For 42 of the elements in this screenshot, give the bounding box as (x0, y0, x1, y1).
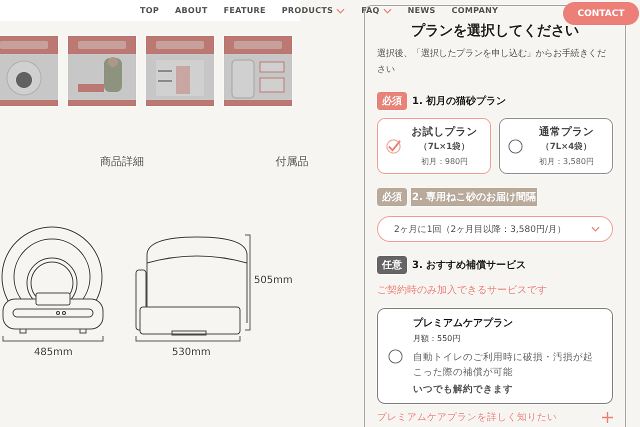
radio-button[interactable] (388, 348, 403, 364)
nav-link[interactable]: TOP (140, 6, 160, 15)
caret-icon (336, 8, 346, 14)
nav-link[interactable]: PRODUCTS (282, 6, 346, 15)
section-title: 3. おすすめ補償サービス (411, 258, 528, 273)
height-label: 505mm (254, 275, 293, 286)
section-title: 1. 初月の猫砂プラン (411, 94, 508, 109)
nav-link[interactable]: COMPANY (452, 6, 498, 15)
plan-option[interactable]: 通常プラン （7L×4袋） 初月：3,580円 (499, 118, 613, 174)
plan-price: 初月：3,580円 (539, 156, 594, 167)
plan-name: 通常プラン (539, 125, 594, 139)
width-label: 530mm (172, 347, 211, 358)
plan-price: 月額：550円 (413, 333, 462, 344)
plan-size: （7L×4袋） (540, 141, 592, 153)
nav-link[interactable]: FAQ (361, 6, 392, 15)
required-badge: 必須 (377, 92, 407, 110)
section-title: 2. 専用ねこ砂のお届け間隔 (411, 188, 538, 206)
plan-option[interactable]: お試しプラン （7L×1袋） 初月：980円 (377, 118, 491, 174)
checkmark-icon[interactable] (386, 138, 401, 154)
cancel-note: いつでも解約できます (413, 383, 514, 396)
caret-icon (382, 8, 392, 14)
panel-title: プランを選択してください (410, 22, 580, 40)
instruction-text: 選択後、「選択したプランを申し込む」からお手続きください (377, 47, 607, 77)
nav-link[interactable]: ABOUT (175, 6, 208, 15)
nav-link[interactable]: NEWS (408, 6, 436, 15)
service-note: ご契約時のみ加入できるサービスです (377, 284, 548, 297)
required-badge: 必須 (377, 188, 407, 206)
accessories-tab[interactable]: 付属品 (232, 154, 352, 169)
plan-description: 自動トイレのご利用時に破損・汚損が起こった際の補償が可能 (413, 351, 594, 380)
width-label: 485mm (34, 347, 73, 358)
caret-icon (591, 226, 600, 232)
required-badge: 任意 (377, 256, 407, 274)
radio-button[interactable] (508, 138, 523, 154)
plus-icon (602, 412, 613, 423)
product-details-tab[interactable]: 商品詳細 (62, 154, 182, 169)
plan-name: プレミアムケアプラン (413, 316, 514, 330)
plan-size: （7L×1袋） (418, 141, 470, 153)
plan-price: 初月：980円 (420, 156, 468, 167)
nav-link[interactable]: FEATURE (224, 6, 266, 15)
care-plan-option[interactable]: プレミアムケアプラン 月額：550円 自動トイレのご利用時に破損・汚損が起こった際の補償が可能 いつでも解約できます (377, 308, 613, 404)
interval-dropdown[interactable]: 2ヶ月に1回（2ヶ月目以降：3,580円/月） (377, 216, 613, 242)
plan-name: お試しプラン (412, 125, 478, 139)
